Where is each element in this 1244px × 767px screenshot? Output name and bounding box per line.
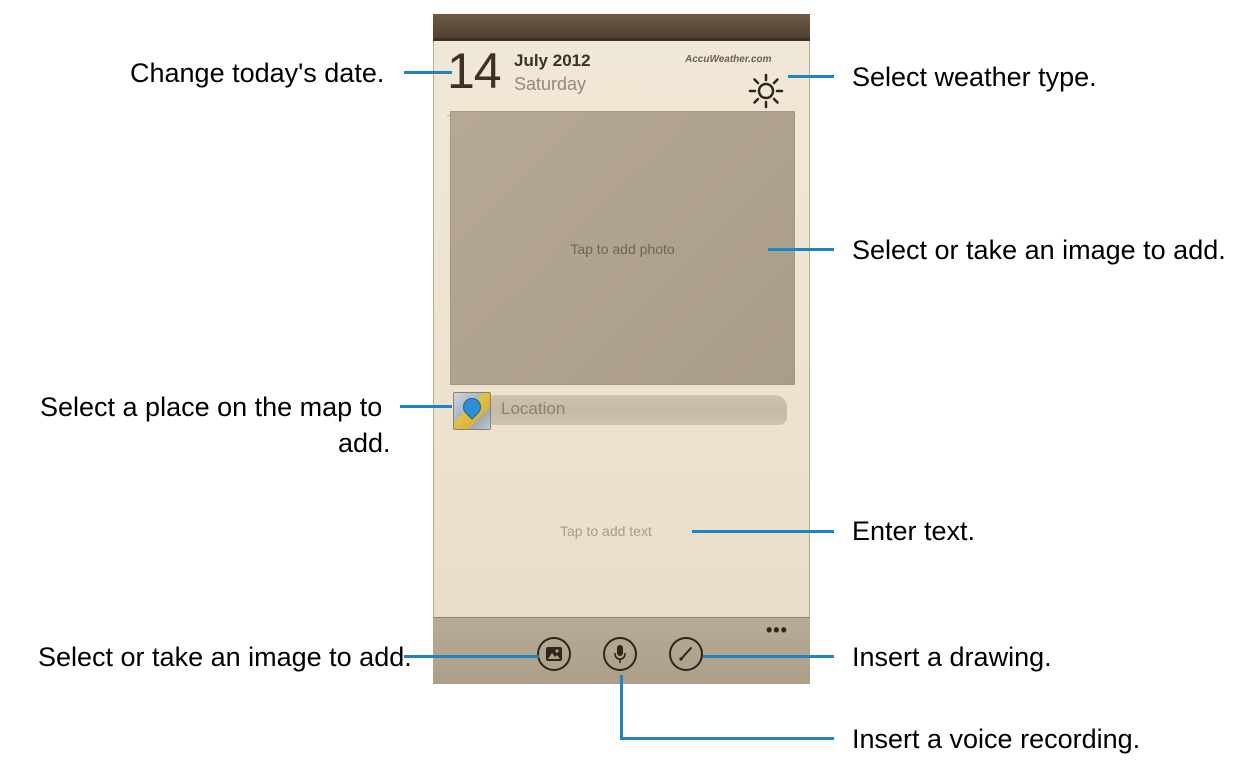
weather-provider-logo: AccuWeather.com xyxy=(685,54,772,65)
image-icon xyxy=(546,647,562,661)
add-image-button[interactable] xyxy=(537,637,571,671)
bottom-toolbar: ••• xyxy=(433,617,810,684)
callout-insert-drawing: Insert a drawing. xyxy=(852,642,1052,672)
callout-insert-voice: Insert a voice recording. xyxy=(852,724,1141,754)
callout-line-image xyxy=(404,655,539,658)
pin-marker xyxy=(459,394,485,420)
photo-area[interactable]: Tap to add photo xyxy=(450,111,795,385)
diary-screen: 14 July 2012 Saturday AccuWeather.com Ta… xyxy=(433,14,810,684)
pen-icon xyxy=(679,647,692,661)
callout-select-place-line2: add. xyxy=(338,428,391,458)
date-weekday[interactable]: Saturday xyxy=(514,74,586,95)
leather-binding xyxy=(433,14,810,41)
callout-select-image-bottom: Select or take an image to add. xyxy=(38,642,412,672)
callout-line-text xyxy=(692,530,834,533)
callout-line-photo xyxy=(768,248,834,251)
callout-select-place-line1: Select a place on the map to xyxy=(40,392,383,422)
callout-line-voice-vertical xyxy=(620,675,623,739)
callout-enter-text: Enter text. xyxy=(852,516,976,546)
date-day[interactable]: 14 xyxy=(447,46,507,96)
map-pin-icon[interactable] xyxy=(453,392,491,430)
photo-placeholder: Tap to add photo xyxy=(570,241,675,257)
callout-line-weather xyxy=(788,75,834,78)
voice-record-button[interactable] xyxy=(603,637,637,671)
callout-line-date xyxy=(404,71,452,74)
text-entry-area[interactable]: Tap to add text xyxy=(560,523,652,539)
date-month-year[interactable]: July 2012 xyxy=(514,51,591,71)
sun-icon[interactable] xyxy=(747,72,785,110)
callout-line-drawing xyxy=(703,655,834,658)
callout-line-location xyxy=(400,405,452,408)
callout-select-image-top: Select or take an image to add. xyxy=(852,235,1226,265)
more-options-icon[interactable]: ••• xyxy=(766,620,788,641)
callout-line-voice-horizontal xyxy=(620,737,834,740)
microphone-icon xyxy=(614,645,626,663)
callout-select-weather: Select weather type. xyxy=(852,62,1097,92)
location-placeholder: Location xyxy=(501,399,566,418)
drawing-button[interactable] xyxy=(669,637,703,671)
callout-change-date: Change today's date. xyxy=(130,58,385,88)
